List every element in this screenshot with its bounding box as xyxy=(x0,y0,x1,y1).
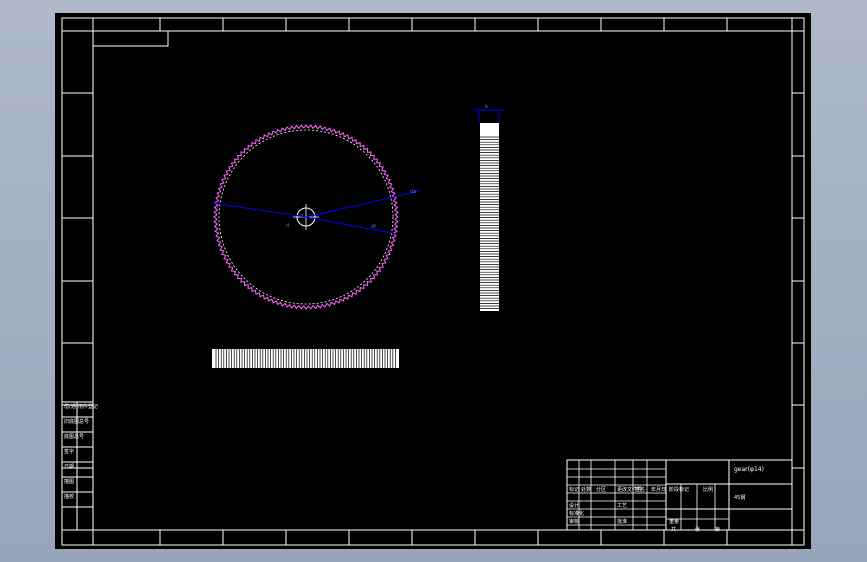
side-label-2: 底图总号 xyxy=(64,433,84,440)
title-block-label: 标记 xyxy=(569,486,579,493)
tooth-strip-body xyxy=(212,349,399,368)
title-block-label: 工艺 xyxy=(617,503,627,509)
dim-line-lower xyxy=(305,216,398,235)
side-label-3: 签字 xyxy=(64,448,74,455)
title-block-label: 张 xyxy=(695,526,700,533)
title-block-label: 共 xyxy=(671,526,676,533)
title-block-label: 签名 xyxy=(635,486,645,493)
title-block-label: 第 xyxy=(715,526,720,533)
side-label-6: 描校 xyxy=(64,493,74,500)
dim-line-left xyxy=(212,202,307,218)
dim-label-width: b xyxy=(485,104,488,110)
tooth-strip-view xyxy=(212,349,399,368)
drawing-name: gear(φ14) xyxy=(734,466,764,473)
drawing-frame xyxy=(92,30,793,531)
dim-label-bore: d xyxy=(286,223,289,229)
side-view-tooth-lines xyxy=(480,136,499,309)
dim-line-right xyxy=(305,190,421,218)
dim-label-da: da xyxy=(410,189,416,195)
cad-viewport[interactable]: 借(通)用件登记 旧底图总号 底图总号 签字 日期 描图 描校 da df d … xyxy=(55,13,811,549)
title-block-grid xyxy=(567,460,729,530)
gear-front-view: da df d xyxy=(212,124,421,310)
title-block-label: 审核 xyxy=(569,518,579,525)
title-block-label: 重量 xyxy=(669,518,679,525)
side-label-4: 日期 xyxy=(64,464,74,470)
dim-label-df: df xyxy=(371,224,376,230)
side-label-5: 描图 xyxy=(64,478,74,485)
title-block-label: 阶段标记 xyxy=(669,486,689,493)
side-label-1: 旧底图总号 xyxy=(64,418,89,425)
title-block-label: 批准 xyxy=(617,518,627,525)
gear-side-view: b xyxy=(473,104,505,311)
material: 45钢 xyxy=(734,494,745,501)
drawing-canvas[interactable]: 借(通)用件登记 旧底图总号 底图总号 签字 日期 描图 描校 da df d … xyxy=(55,13,811,549)
title-block-label: 年月日 xyxy=(651,486,666,493)
side-label-0: 借(通)用件登记 xyxy=(64,403,98,410)
title-block: gear(φ14) 45钢 标记 处数 分区 更改文件号签名 年月日设计标准化审核工艺批… xyxy=(566,459,793,533)
title-block-label: 设计 xyxy=(569,502,579,509)
title-block-label: 比例 xyxy=(703,486,713,493)
code-box xyxy=(93,31,169,47)
title-block-label: 标准化 xyxy=(569,510,584,517)
title-block-label: 分区 xyxy=(596,486,606,493)
sheet-border xyxy=(61,17,805,546)
zone-marks xyxy=(62,18,804,545)
title-block-label: 处数 xyxy=(581,486,591,493)
